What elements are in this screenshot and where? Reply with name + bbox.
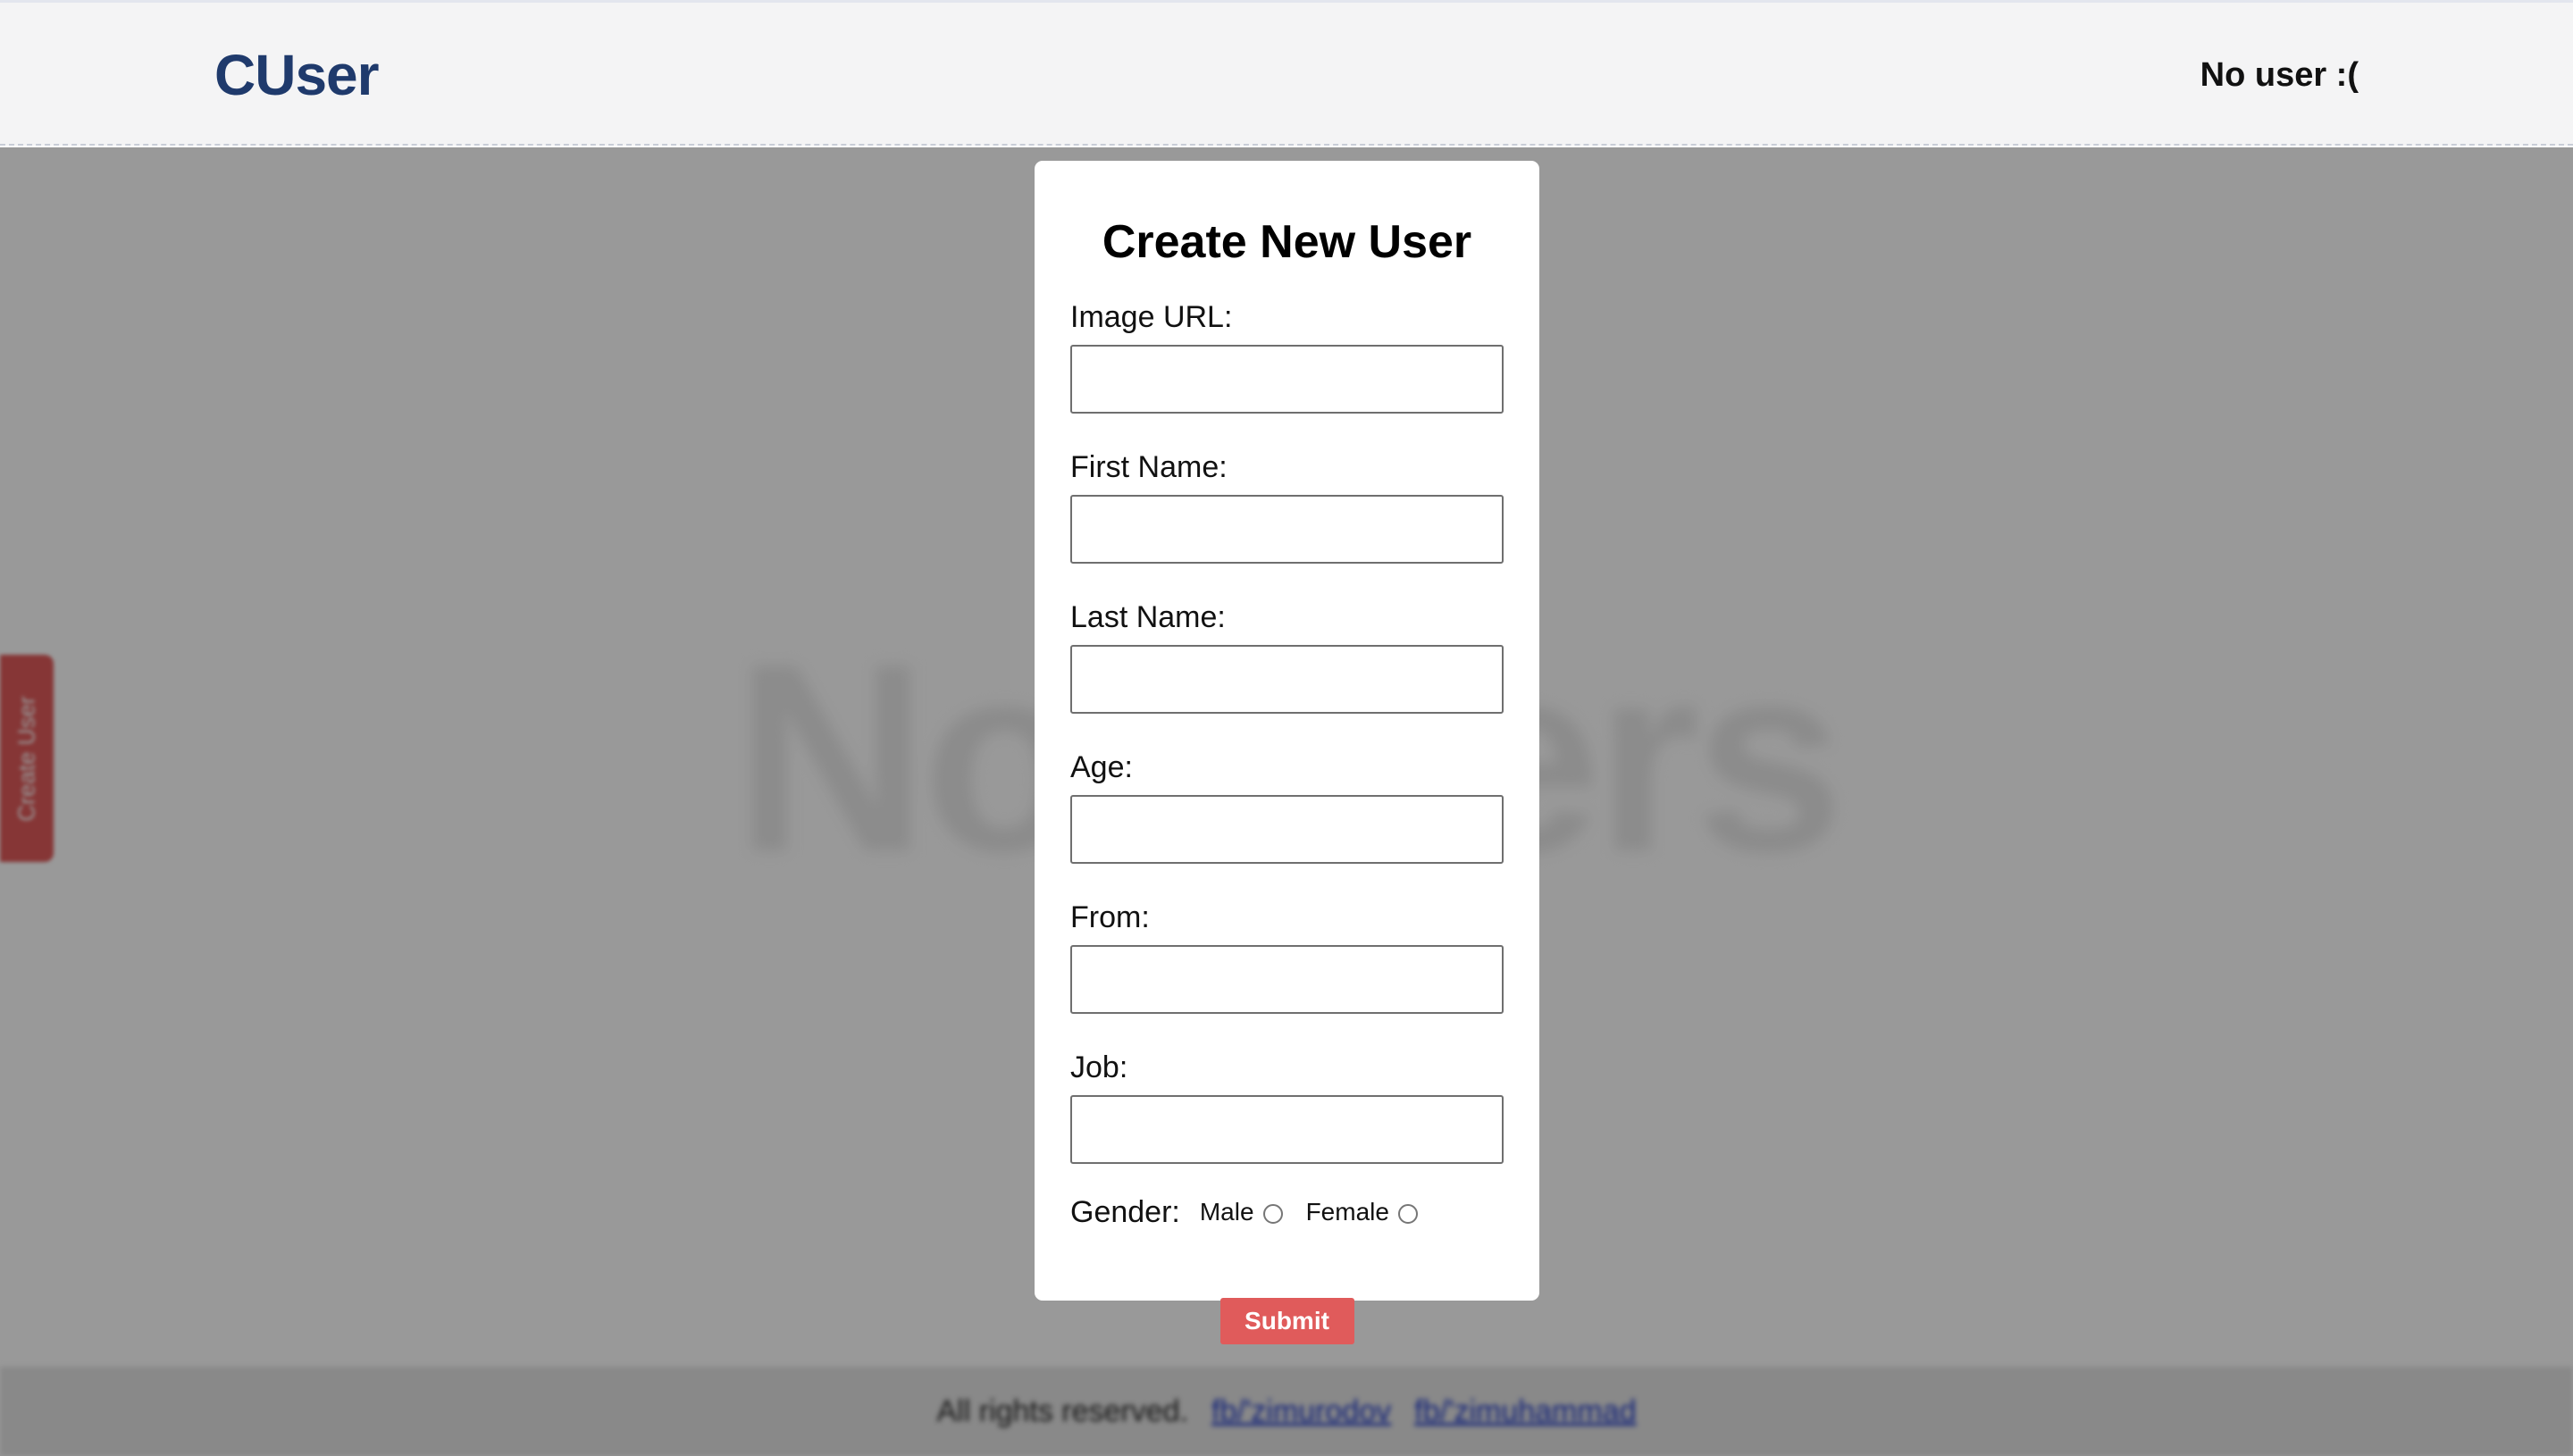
last-name-input[interactable]: [1070, 645, 1504, 714]
from-label: From:: [1070, 900, 1150, 934]
create-user-modal: Create New User Image URL: First Name: L…: [1035, 161, 1539, 1344]
user-status: No user :(: [2200, 56, 2359, 94]
gender-female-radio[interactable]: [1397, 1204, 1418, 1224]
job-label: Job:: [1070, 1050, 1128, 1084]
app-header: CUser No user :(: [0, 0, 2573, 146]
gender-male-label[interactable]: Male: [1200, 1198, 1254, 1226]
first-name-input[interactable]: [1070, 495, 1504, 564]
gender-female-label[interactable]: Female: [1306, 1198, 1389, 1226]
last-name-label: Last Name:: [1070, 600, 1226, 634]
app-logo[interactable]: CUser: [214, 42, 380, 108]
from-input[interactable]: [1070, 945, 1504, 1014]
age-label: Age:: [1070, 750, 1133, 784]
gender-male-radio[interactable]: [1262, 1204, 1283, 1224]
image-url-input[interactable]: [1070, 345, 1504, 414]
gender-label: Gender:: [1070, 1194, 1180, 1229]
submit-button[interactable]: Submit: [1219, 1298, 1354, 1344]
modal-title: Create New User: [1102, 216, 1472, 268]
first-name-label: First Name:: [1070, 450, 1228, 484]
job-input[interactable]: [1070, 1095, 1504, 1164]
image-url-label: Image URL:: [1070, 300, 1233, 334]
age-input[interactable]: [1070, 795, 1504, 864]
gender-group: Gender: Male Female: [1070, 1192, 1504, 1232]
